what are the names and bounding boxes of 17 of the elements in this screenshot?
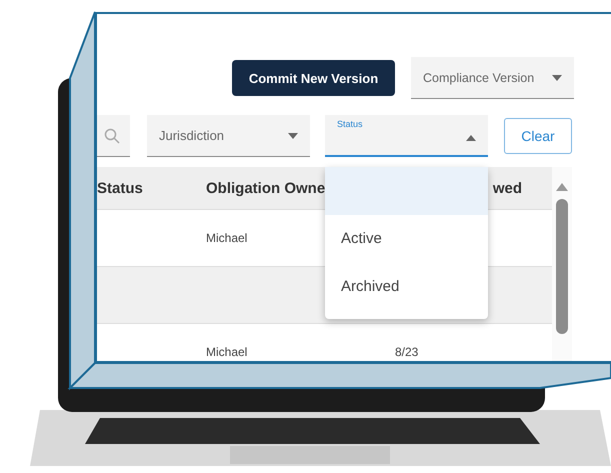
scroll-up-icon[interactable] <box>556 183 568 191</box>
scrollbar[interactable] <box>552 167 572 361</box>
commit-new-version-button[interactable]: Commit New Version <box>232 60 395 96</box>
compliance-version-select[interactable]: Compliance Version <box>411 57 574 99</box>
dropdown-option[interactable]: Active <box>325 215 488 263</box>
dropdown-caret-icon <box>466 135 476 141</box>
table-cell: 8/23 <box>395 345 418 359</box>
table-cell: Michael <box>206 345 248 359</box>
status-select[interactable]: Status <box>325 115 488 157</box>
table-cell: Michael <box>206 231 248 245</box>
scrollbar-thumb[interactable] <box>556 199 568 334</box>
search-icon <box>104 128 120 144</box>
clear-button[interactable]: Clear <box>504 118 572 154</box>
dropdown-caret-icon <box>552 74 562 80</box>
jurisdiction-select[interactable]: Jurisdiction <box>147 115 310 157</box>
dropdown-caret-icon <box>288 132 298 138</box>
column-header[interactable]: Status <box>97 180 206 196</box>
